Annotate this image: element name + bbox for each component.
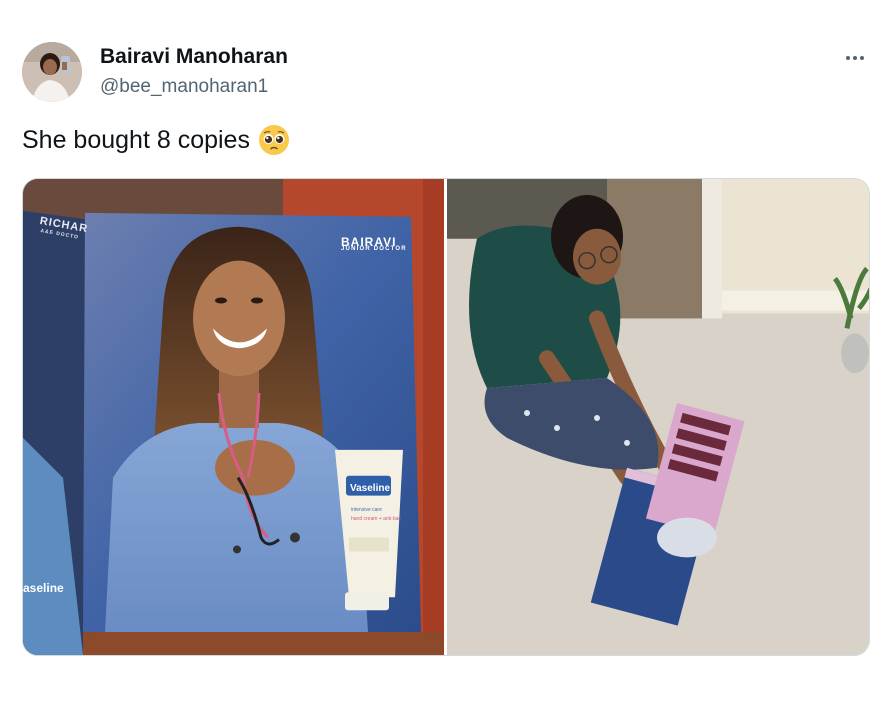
media-photo-woman-with-copies[interactable] (447, 179, 869, 655)
author-avatar[interactable] (22, 42, 82, 102)
facing-page-brand: aseline (23, 581, 64, 595)
more-dot-icon (846, 56, 850, 60)
author-name[interactable]: Bairavi Manoharan (100, 45, 288, 69)
tweet-text-content: She bought 8 copies (22, 125, 250, 154)
ad-role-label: JUNIOR DOCTOR (341, 246, 407, 252)
more-dot-icon (860, 56, 864, 60)
author-handle[interactable]: @bee_manoharan1 (100, 76, 268, 98)
tweet-text: She bought 8 copies (22, 124, 290, 156)
media-grid: BAIRAVI JUNIOR DOCTOR RICHAR A&E DOCTO V… (22, 178, 870, 656)
tube-product-subline: hand cream + anti-bac (351, 516, 401, 522)
media-photo-magazine-ad[interactable]: BAIRAVI JUNIOR DOCTOR RICHAR A&E DOCTO V… (23, 179, 444, 655)
tweet: Bairavi Manoharan @bee_manoharan1 She bo… (0, 0, 892, 721)
pleading-face-emoji-icon (258, 124, 290, 156)
avatar-image (22, 42, 82, 102)
woman-with-copies-image (447, 179, 869, 655)
tube-product-line: intensive care (351, 507, 382, 513)
more-options-button[interactable] (838, 46, 872, 70)
more-dot-icon (853, 56, 857, 60)
tube-brand-label: Vaseline (350, 483, 391, 494)
